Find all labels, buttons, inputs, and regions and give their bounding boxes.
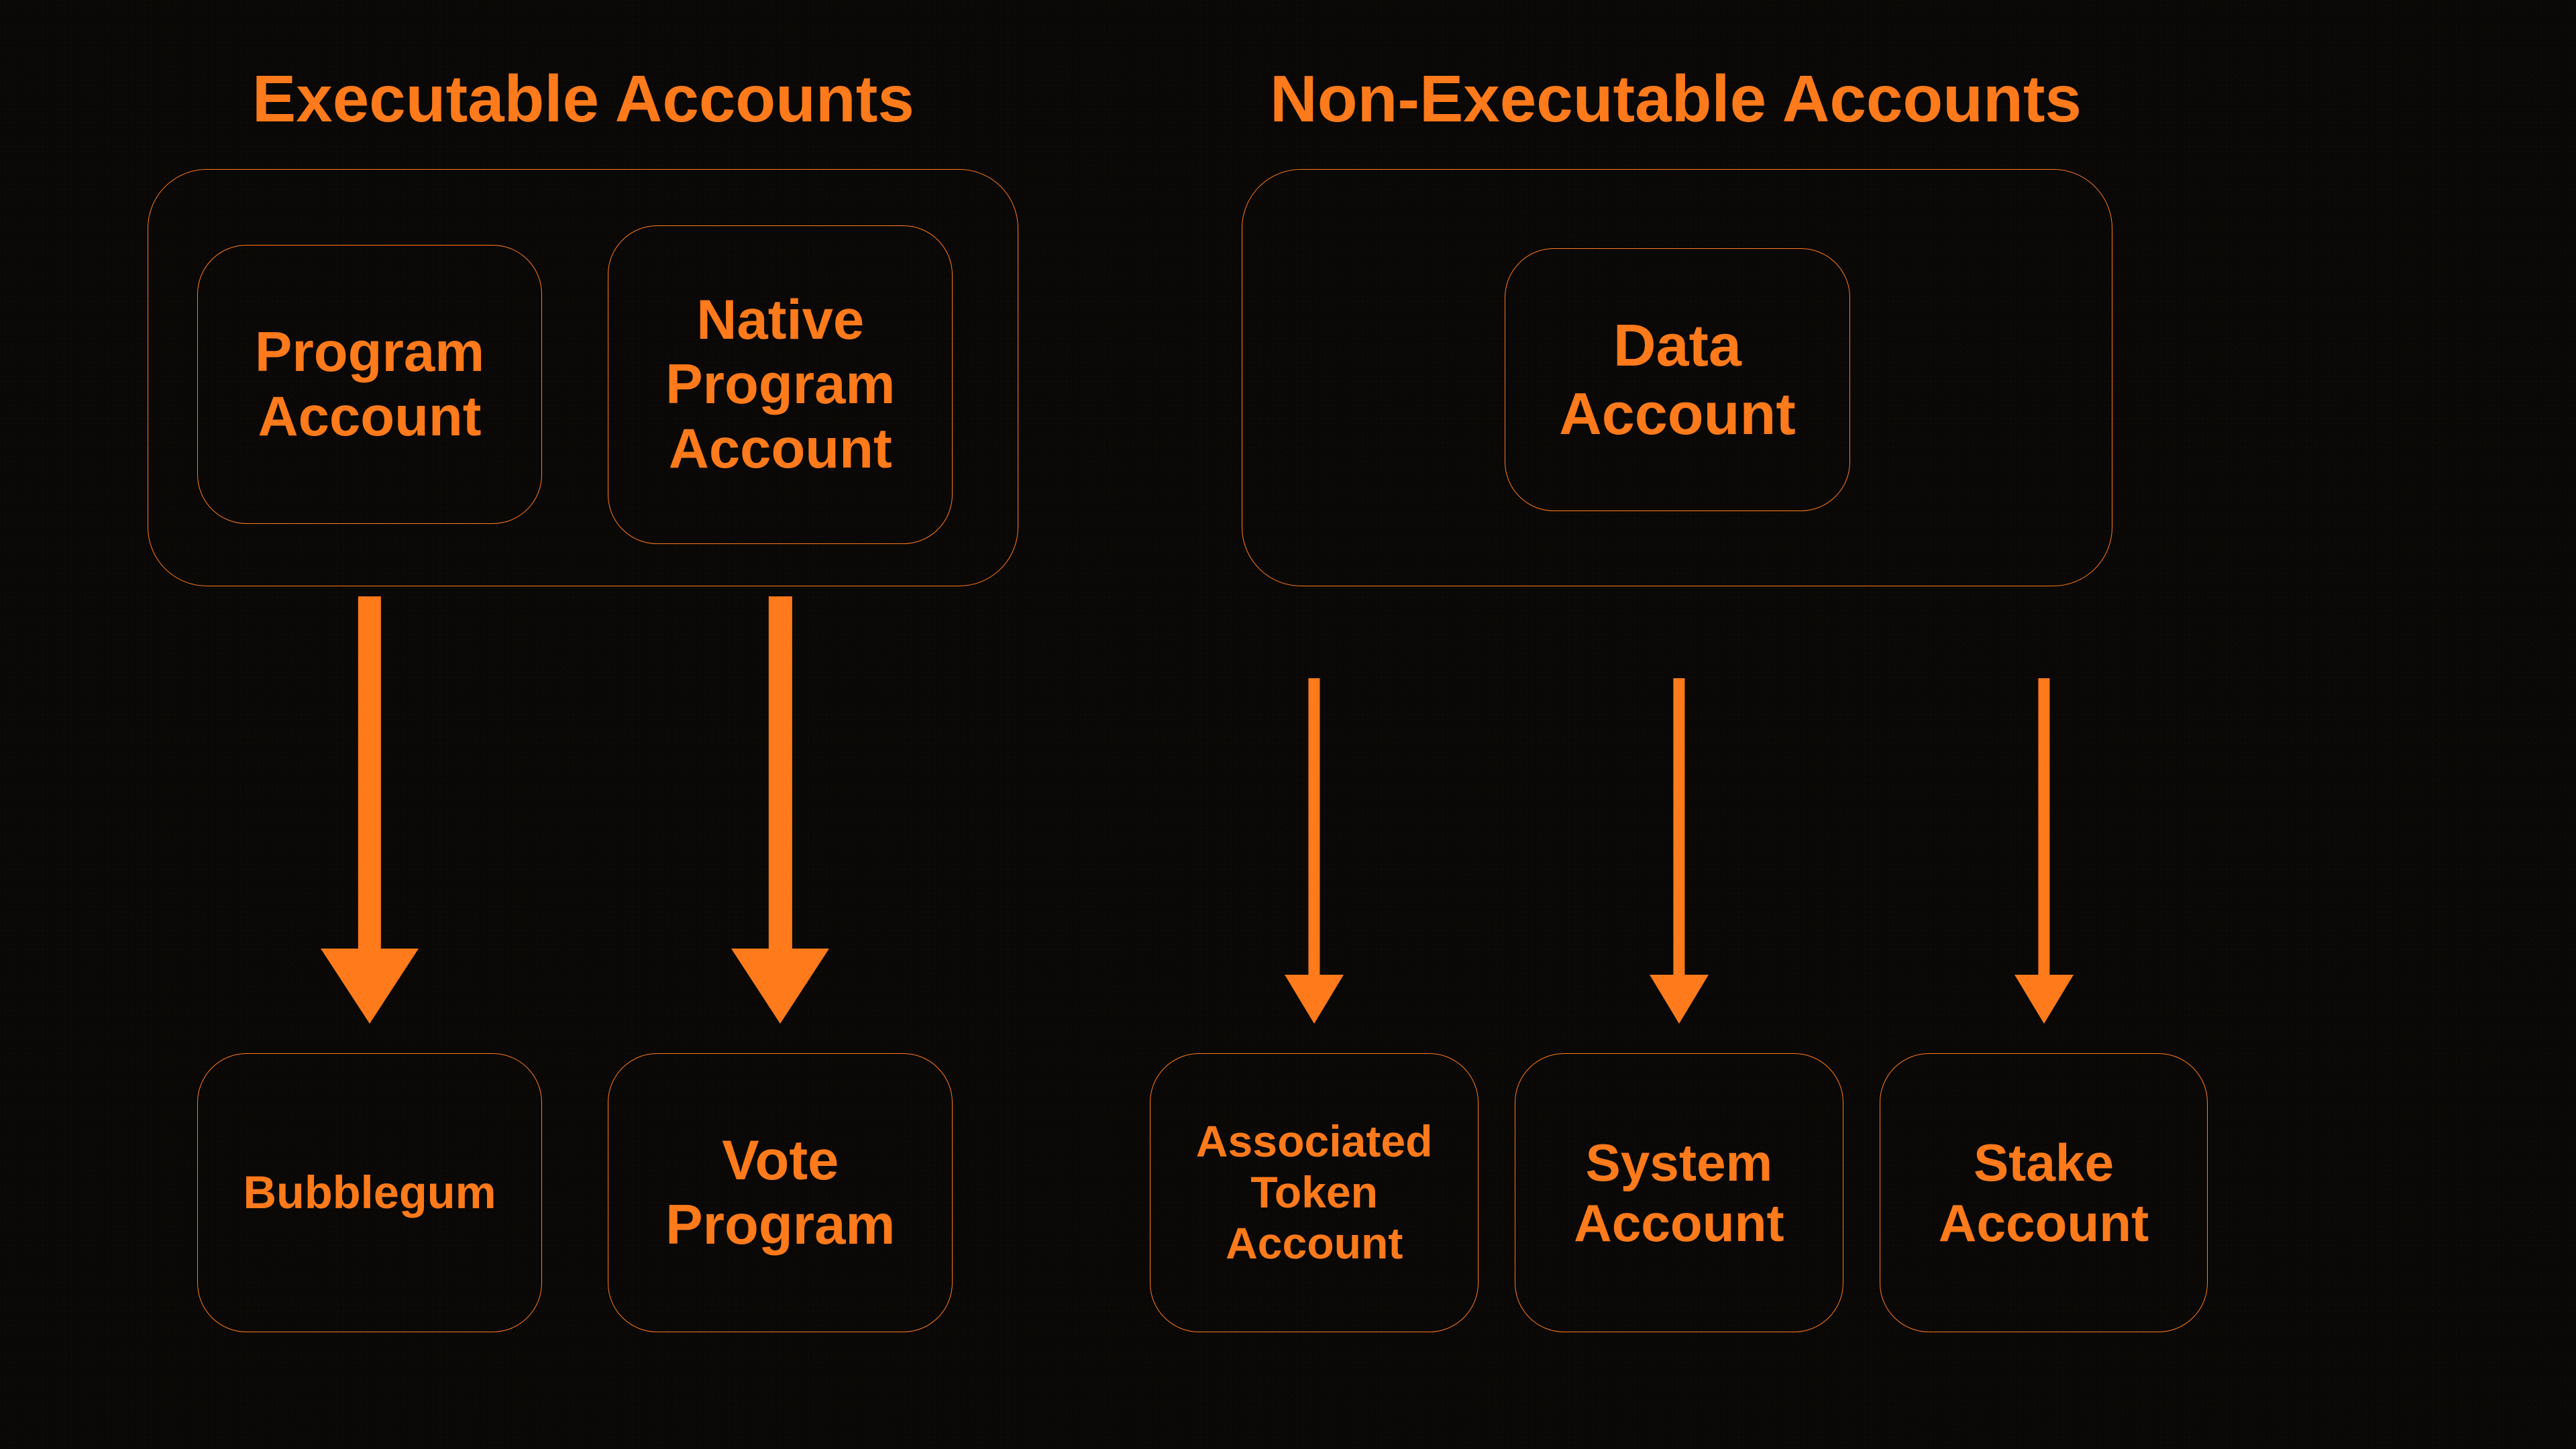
stake-account-node: StakeAccount	[1880, 1053, 2208, 1332]
system-account-node: SystemAccount	[1515, 1053, 1843, 1332]
associated-token-account-node: AssociatedTokenAccount	[1150, 1053, 1479, 1332]
non-executable-accounts-title: Non-Executable Accounts	[1216, 61, 2135, 137]
arrow-icon	[1277, 678, 1352, 1023]
arrow-icon	[1642, 678, 1717, 1023]
executable-accounts-title: Executable Accounts	[148, 61, 1018, 137]
native-program-account-node: NativeProgramAccount	[608, 225, 953, 544]
arrow-icon	[723, 596, 838, 1024]
bubblegum-node: Bubblegum	[197, 1053, 542, 1332]
data-account-node: DataAccount	[1505, 248, 1849, 511]
arrow-icon	[312, 596, 427, 1024]
program-account-node: ProgramAccount	[197, 245, 542, 524]
arrow-icon	[2006, 678, 2082, 1023]
vote-program-node: VoteProgram	[608, 1053, 953, 1332]
diagram-stage: Executable Accounts ProgramAccount Nativ…	[0, 0, 2576, 1449]
